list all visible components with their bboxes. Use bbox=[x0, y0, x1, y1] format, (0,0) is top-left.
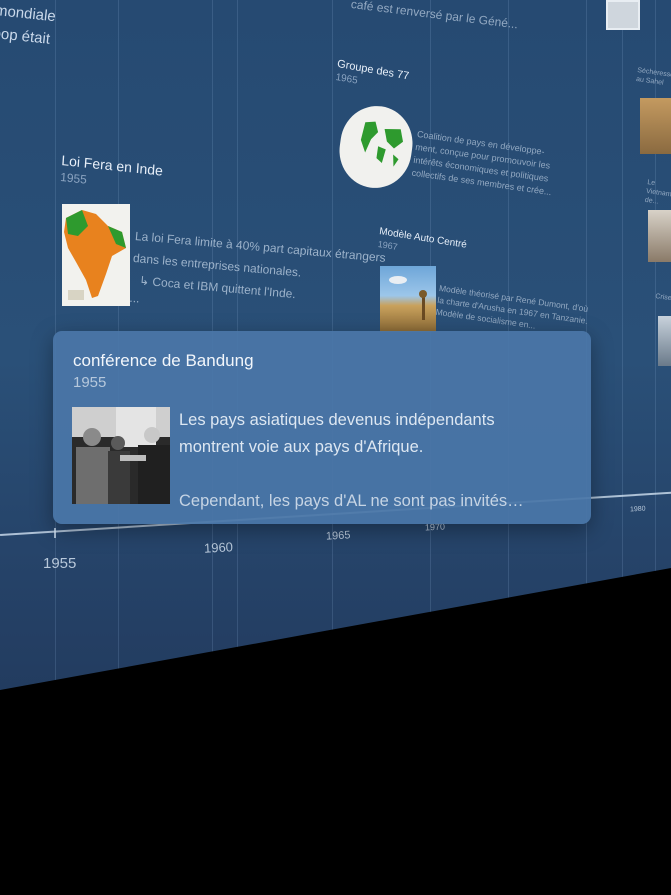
right-fragment: Sécheresse au Sahel bbox=[635, 66, 671, 89]
event-thumbnail[interactable] bbox=[648, 210, 671, 262]
event-modele-auto-centre[interactable]: Modèle Auto Centré 1967 bbox=[377, 226, 467, 263]
card-title: conférence de Bandung bbox=[73, 351, 254, 370]
axis-tick-label: 1955 bbox=[43, 555, 77, 572]
event-thumbnail[interactable] bbox=[606, 0, 640, 30]
event-thumbnail[interactable] bbox=[640, 98, 671, 154]
right-fragment: Le Vietnam de... bbox=[644, 178, 671, 208]
card-description: Les pays asiatiques devenus indépendants… bbox=[179, 407, 579, 515]
fragment-line: Crise... bbox=[654, 292, 671, 304]
axis-tick bbox=[54, 528, 56, 538]
fragment-line: Sécheresse au Sahel bbox=[635, 66, 671, 87]
grid-line bbox=[655, 0, 656, 630]
top-fragment: mondiale oop était bbox=[0, 2, 57, 48]
axis-tick-label: 1980 bbox=[629, 505, 646, 514]
top-fragment: café est renversé par le Géné... bbox=[350, 0, 519, 32]
right-fragment: Crise... bbox=[655, 292, 671, 304]
grid-line bbox=[212, 0, 213, 660]
grid-line bbox=[332, 0, 333, 650]
event-thumbnail[interactable] bbox=[658, 316, 671, 366]
grid-line bbox=[237, 0, 238, 660]
archival-photo-icon[interactable] bbox=[72, 407, 170, 504]
india-map-thumbnail bbox=[62, 204, 130, 306]
axis-tick-label: 1960 bbox=[203, 539, 234, 556]
event-groupe-77[interactable]: Groupe des 77 1965 bbox=[335, 58, 410, 95]
card-text-line: Cependant, les pays d'AL ne sont pas inv… bbox=[179, 492, 524, 510]
card-text-line: Les pays asiatiques devenus indépendants bbox=[179, 411, 495, 429]
card-year: 1955 bbox=[73, 374, 107, 391]
event-detail-card[interactable]: conférence de Bandung 1955 Les pays asia… bbox=[53, 331, 591, 524]
event-body-groupe-77: Coalition de pays en développe- ment, co… bbox=[411, 128, 558, 199]
event-loi-fera[interactable]: Loi Fera en Inde 1955 bbox=[60, 152, 164, 195]
grid-line bbox=[622, 0, 623, 630]
axis-tick-label: 1965 bbox=[325, 529, 351, 543]
fragment-line: Le Vietnam de... bbox=[644, 178, 671, 206]
savanna-photo-thumbnail bbox=[380, 266, 436, 332]
fragment-line: café est renversé par le Géné... bbox=[350, 0, 519, 32]
fragment-line: oop était bbox=[0, 24, 51, 48]
card-text-line: montrent voie aux pays d'Afrique. bbox=[179, 438, 424, 456]
world-map-thumbnail bbox=[334, 101, 418, 193]
event-body-loi-fera: La loi Fera limite à 40% part capitaux é… bbox=[129, 225, 386, 327]
fragment-line: mondiale bbox=[0, 2, 57, 26]
